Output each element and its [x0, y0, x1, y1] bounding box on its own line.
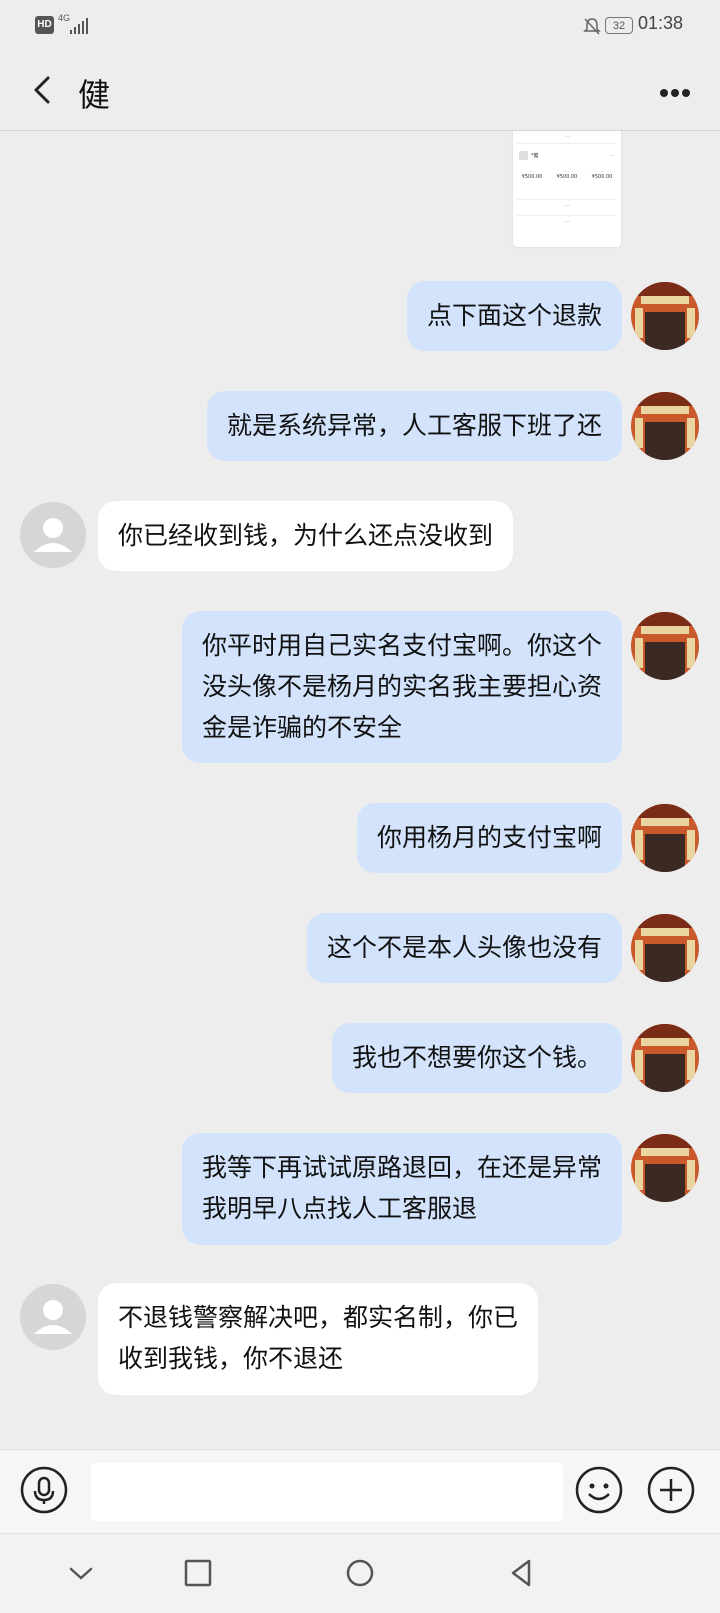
screenshot-image-message[interactable]: ... *健 ... ... ¥500.00 ... ¥500.00 ... ¥500… [513, 131, 621, 247]
avatar[interactable] [631, 914, 699, 982]
more-horizontal-icon[interactable] [660, 82, 696, 97]
microphone-icon[interactable] [20, 1466, 68, 1514]
square-icon[interactable] [181, 1556, 215, 1590]
avatar[interactable] [20, 1284, 86, 1350]
outgoing-message[interactable]: 这个不是本人头像也没有 [306, 913, 622, 983]
outgoing-message[interactable]: 你平时用自己实名支付宝啊。你这个 没头像不是杨月的实名我主要担心资 金是诈骗的不… [181, 611, 622, 763]
divider [517, 143, 617, 144]
chat-title: 健 [78, 76, 111, 114]
screenshot-link: ... [610, 152, 615, 158]
screenshot-col: ... ¥500.00 [591, 168, 613, 180]
battery-indicator: 32 [605, 17, 633, 34]
screenshot-button: ... [564, 202, 570, 208]
avatar[interactable] [631, 804, 699, 872]
screenshot-button: ... [564, 218, 570, 224]
input-bar [0, 1449, 720, 1534]
outgoing-message[interactable]: 我也不想要你这个钱。 [331, 1023, 622, 1093]
screenshot-user: *健 [531, 153, 539, 159]
divider [517, 199, 617, 200]
incoming-message[interactable]: 你已经收到钱，为什么还点没收到 [98, 501, 514, 571]
avatar[interactable] [631, 1134, 699, 1202]
avatar [519, 151, 528, 160]
message-input[interactable] [91, 1463, 563, 1521]
signal-icon [70, 18, 88, 34]
bell-muted-icon [583, 18, 601, 35]
circle-icon[interactable] [343, 1556, 377, 1590]
chevron-down-icon[interactable] [64, 1556, 98, 1590]
incoming-message[interactable]: 不退钱警察解决吧，都实名制，你已 收到我钱，你不退还 [98, 1283, 539, 1395]
screenshot-col: ... ¥500.00 [556, 168, 578, 180]
hd-badge: HD [35, 16, 54, 34]
avatar[interactable] [631, 1024, 699, 1092]
avatar[interactable] [631, 282, 699, 350]
status-bar: HD 4G 32 01:38 [0, 0, 720, 52]
avatar[interactable] [631, 612, 699, 680]
system-nav-bar [0, 1533, 720, 1613]
outgoing-message[interactable]: 你用杨月的支付宝啊 [356, 803, 622, 873]
divider [517, 215, 617, 216]
outgoing-message[interactable]: 我等下再试试原路退回，在还是异常 我明早八点找人工客服退 [181, 1133, 622, 1245]
emoji-icon[interactable] [575, 1466, 623, 1514]
chat-header: 健 [0, 52, 720, 131]
plus-icon[interactable] [647, 1466, 695, 1514]
message-list[interactable]: ... *健 ... ... ¥500.00 ... ¥500.00 ... ¥500… [0, 131, 720, 1449]
avatar[interactable] [631, 392, 699, 460]
chevron-left-icon[interactable] [28, 70, 58, 110]
avatar[interactable] [20, 502, 86, 568]
screenshot-title: ... [564, 133, 570, 139]
clock: 01:38 [638, 13, 684, 33]
outgoing-message[interactable]: 点下面这个退款 [406, 281, 622, 351]
triangle-back-icon[interactable] [505, 1556, 539, 1590]
screenshot-col: ... ¥500.00 [521, 168, 543, 180]
outgoing-message[interactable]: 就是系统异常，人工客服下班了还 [206, 391, 622, 461]
